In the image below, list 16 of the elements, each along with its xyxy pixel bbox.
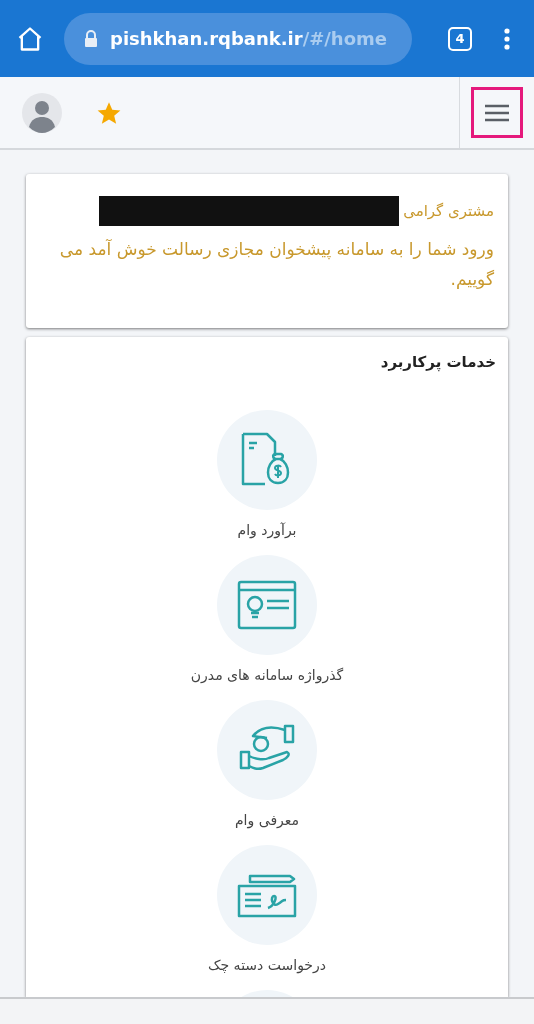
service-item[interactable]: گذرواژه سامانه های مدرن — [190, 554, 344, 686]
id-card-window-icon — [237, 579, 297, 630]
menu-icon — [485, 103, 509, 122]
url-text: pishkhan.rqbank.ir/#/home — [110, 27, 387, 51]
service-item[interactable]: درخواست دسته چک — [208, 844, 326, 976]
service-item[interactable]: برآورد وام — [217, 409, 317, 541]
more-options-icon[interactable] — [504, 27, 510, 50]
services-title: خدمات پرکاربرد — [379, 352, 496, 374]
avatar-icon[interactable] — [22, 92, 62, 133]
home-icon[interactable] — [16, 24, 44, 53]
menu-button[interactable] — [471, 87, 523, 138]
lock-icon — [84, 29, 98, 48]
service-item[interactable]: معرفی وام — [217, 699, 317, 831]
welcome-message: ورود شما را به سامانه پیشخوان مجازی رسالت خوش آمد می گوییم. — [58, 238, 494, 291]
tab-count[interactable]: 4 — [448, 26, 472, 51]
greeting-text: مشتری گرامی — [403, 200, 494, 222]
